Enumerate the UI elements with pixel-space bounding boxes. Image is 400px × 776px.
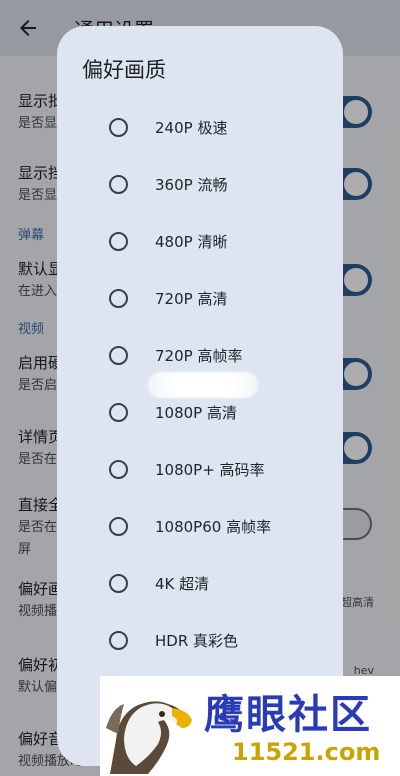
- radio-button-icon[interactable]: [109, 574, 128, 593]
- option-label: 1080P+ 高码率: [155, 461, 265, 479]
- radio-button-icon[interactable]: [109, 175, 128, 194]
- redaction-smudge: [148, 372, 258, 398]
- option-label: HDR 真彩色: [155, 632, 239, 650]
- quality-option[interactable]: 240P 极速: [57, 99, 343, 156]
- radio-button-icon[interactable]: [109, 460, 128, 479]
- radio-button-icon[interactable]: [109, 232, 128, 251]
- radio-button-icon[interactable]: [109, 118, 128, 137]
- watermark-brand: 鹰眼社区: [204, 691, 372, 738]
- quality-option[interactable]: 1080P60 高帧率: [57, 498, 343, 555]
- option-label: 1080P60 高帧率: [155, 518, 272, 536]
- option-label: 4K 超清: [155, 575, 210, 593]
- dialog-title: 偏好画质: [82, 58, 166, 82]
- quality-option[interactable]: HDR 真彩色: [57, 612, 343, 669]
- radio-button-icon[interactable]: [109, 631, 128, 650]
- watermark: 鹰眼社区 11521.com: [100, 676, 400, 776]
- option-label: 720P 高清: [155, 290, 228, 308]
- quality-option[interactable]: 720P 高清: [57, 270, 343, 327]
- option-label: 1080P 高清: [155, 404, 237, 422]
- quality-option[interactable]: 480P 清晰: [57, 213, 343, 270]
- quality-option[interactable]: 360P 流畅: [57, 156, 343, 213]
- quality-option[interactable]: 4K 超清: [57, 555, 343, 612]
- watermark-domain: 11521.com: [232, 738, 381, 766]
- radio-button-icon[interactable]: [109, 289, 128, 308]
- quality-option[interactable]: 1080P+ 高码率: [57, 441, 343, 498]
- radio-button-icon[interactable]: [109, 403, 128, 422]
- radio-button-icon[interactable]: [109, 346, 128, 365]
- radio-button-icon[interactable]: [109, 517, 128, 536]
- option-label: 480P 清晰: [155, 233, 228, 251]
- eagle-logo-icon: [106, 701, 192, 774]
- option-label: 360P 流畅: [155, 176, 228, 194]
- option-label: 720P 高帧率: [155, 347, 243, 365]
- option-label: 240P 极速: [155, 119, 228, 137]
